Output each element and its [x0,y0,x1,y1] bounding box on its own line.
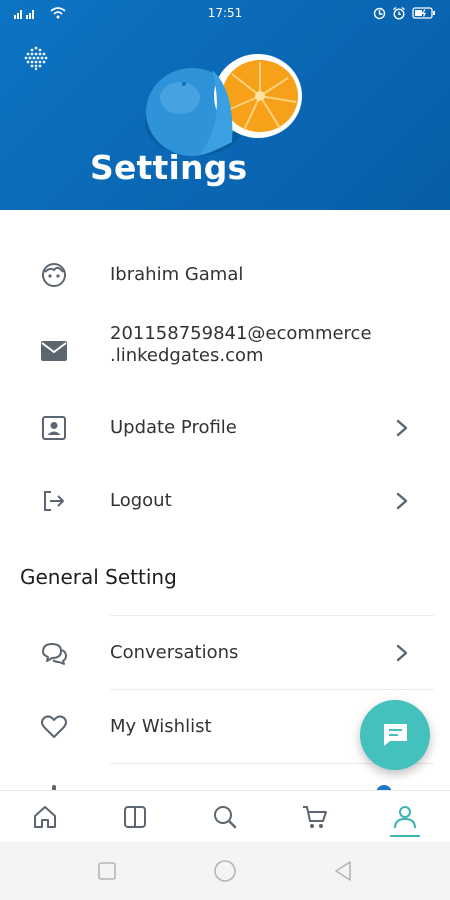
profile-icon [394,805,416,828]
battery-icon [412,7,435,19]
signal-icon [14,10,34,19]
update-profile-label: Update Profile [110,417,237,438]
alarm-icon [393,6,405,20]
update-profile-row[interactable]: Update Profile [0,391,450,464]
status-bar: 17:51 [0,0,450,26]
brand-logo-icon [24,46,48,71]
logout-icon [40,487,68,515]
logout-row[interactable]: Logout [0,464,450,537]
recent-apps-icon[interactable] [97,861,117,881]
nav-home-button[interactable] [20,795,70,839]
conversations-label: Conversations [110,642,239,663]
orange-image [145,54,302,156]
settings-header: Settings [0,0,450,210]
message-icon [384,724,407,746]
back-triangle-icon[interactable] [333,860,353,882]
profile-email-line1: 201158759841@ecommerce [110,323,372,344]
conversations-row[interactable]: Conversations [0,616,450,689]
wishlist-label: My Wishlist [110,716,212,737]
data-saver-icon [373,7,386,19]
nav-search-button[interactable] [200,795,250,839]
chevron-right-icon [396,492,408,509]
nav-profile-button[interactable] [380,795,430,839]
wifi-icon [50,7,66,19]
profile-email-line2: .linkedgates.com [110,345,264,366]
face-icon [40,261,68,289]
chat-fab-button[interactable] [360,700,430,770]
categories-icon [124,805,146,828]
contact-card-icon [40,414,68,442]
logout-label: Logout [110,490,172,511]
system-navigation-bar [0,842,450,900]
nav-cart-button[interactable] [290,795,340,839]
chevron-right-icon [396,419,408,436]
chat-bubbles-icon [40,639,68,667]
profile-name-row: Ibrahim Gamal [0,238,450,311]
search-icon [214,805,237,828]
bottom-navigation [0,790,450,842]
profile-name: Ibrahim Gamal [110,264,244,285]
chevron-right-icon [396,644,408,661]
profile-section: Ibrahim Gamal 201158759841@ecommerce .li… [0,238,450,537]
home-circle-icon[interactable] [213,859,237,883]
home-icon [34,805,56,828]
nav-categories-button[interactable] [110,795,160,839]
profile-email-row: 201158759841@ecommerce .linkedgates.com [0,311,450,391]
mail-icon [40,337,68,365]
section-title-general: General Setting [20,565,177,589]
cart-icon [303,805,327,828]
heart-icon [40,713,68,741]
page-title: Settings [90,148,248,187]
